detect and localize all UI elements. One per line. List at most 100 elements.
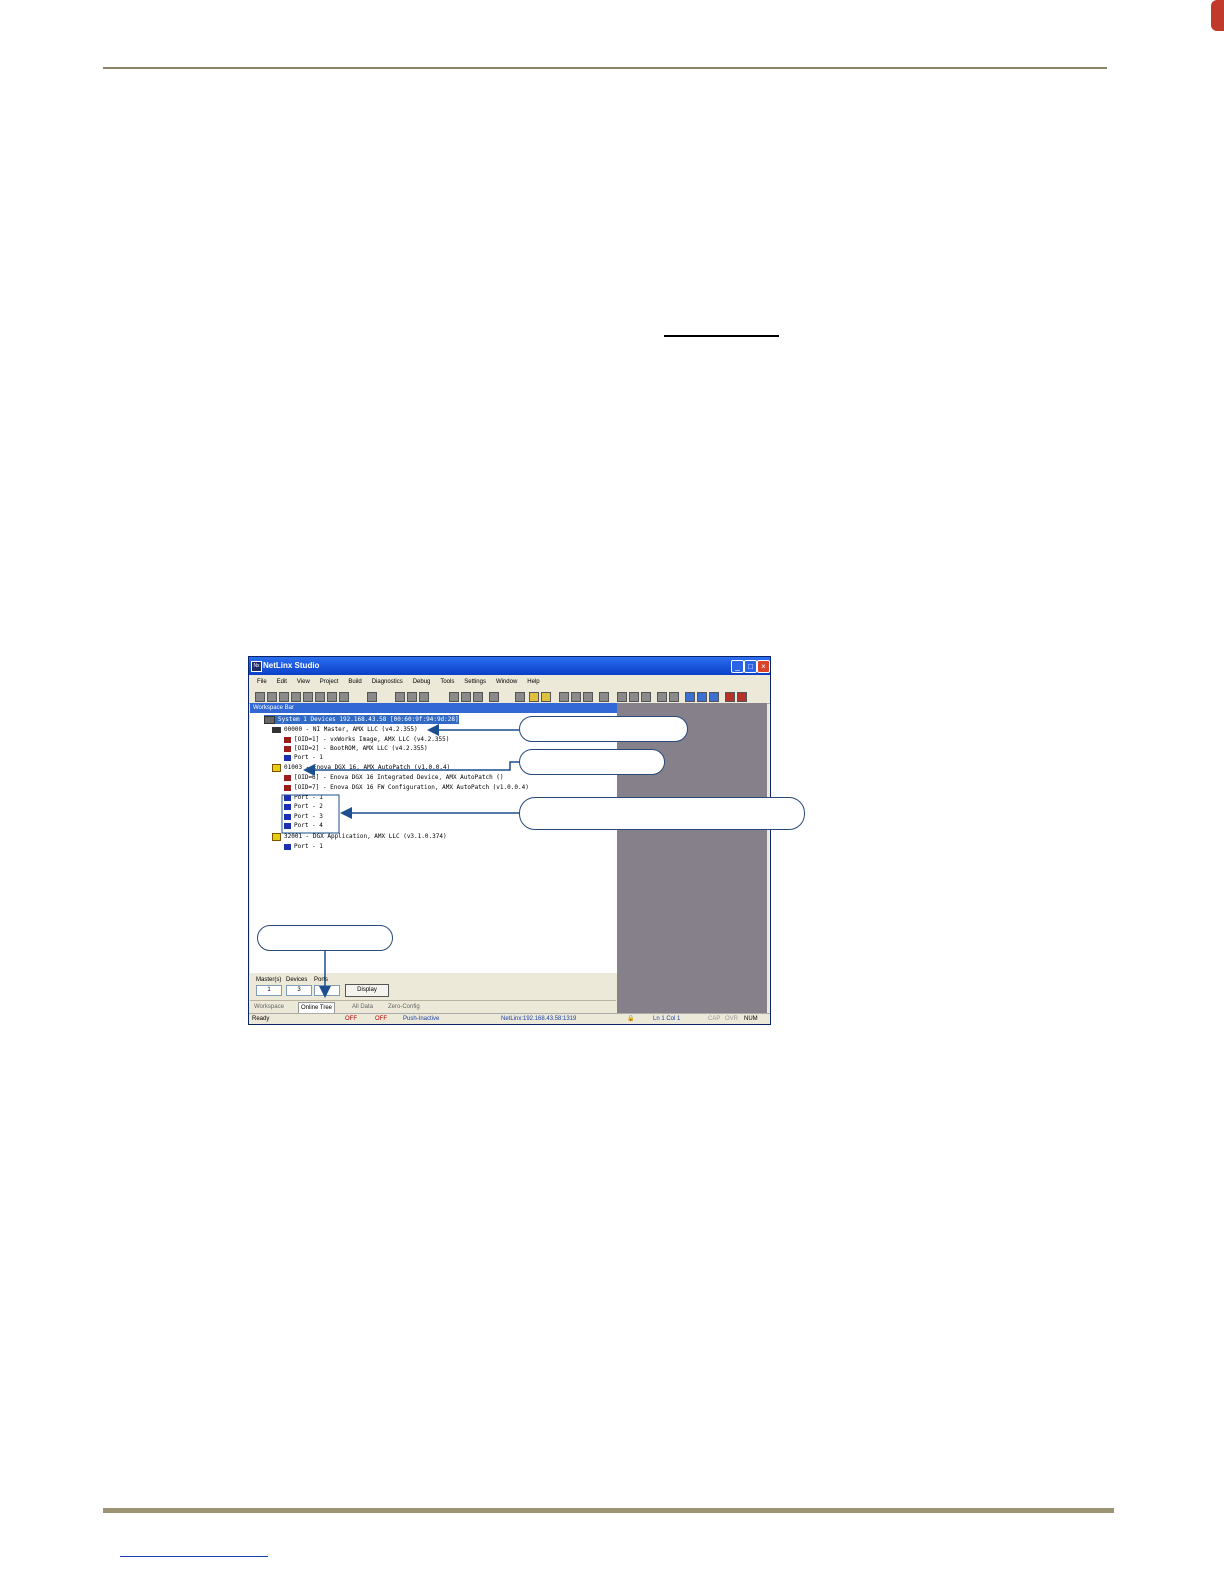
paste-icon[interactable] <box>641 692 651 702</box>
open-folder-icon[interactable] <box>541 692 551 702</box>
status-bar: Ready OFF OFF Push-Inactive NetLinx:192.… <box>249 1013 770 1024</box>
toolbar-icon[interactable] <box>267 692 277 702</box>
menu-project[interactable]: Project <box>320 676 339 688</box>
menu-help[interactable]: Help <box>527 676 539 688</box>
toolbar-icon[interactable] <box>339 692 349 702</box>
callout-bubble-online-tree <box>257 925 393 951</box>
ports-count: 6 <box>314 985 340 996</box>
menu-tools[interactable]: Tools <box>440 676 454 688</box>
new-file-icon[interactable] <box>515 692 525 702</box>
status-push: Push-Inactive <box>403 1016 440 1022</box>
toolbar-icon[interactable] <box>559 692 569 702</box>
tree-node[interactable]: Port - 1 <box>284 793 323 802</box>
toolbar-icon[interactable] <box>395 692 405 702</box>
menu-view[interactable]: View <box>297 676 310 688</box>
tree-node[interactable]: Port - 4 <box>284 821 323 830</box>
header-rule <box>103 67 1107 69</box>
toolbar-icon[interactable] <box>367 692 377 702</box>
tab-workspace[interactable]: Workspace <box>252 1002 286 1012</box>
tree-node[interactable]: [OID=1] - vxWorks Image, AMX LLC (v4.2.3… <box>284 735 449 744</box>
tree-node[interactable]: Port - 1 <box>284 753 323 762</box>
toolbar-icon[interactable] <box>255 692 265 702</box>
window-title: NetLinx Studio <box>263 661 320 670</box>
toolbar-icon[interactable] <box>449 692 459 702</box>
find-icon[interactable] <box>737 692 747 702</box>
tree-node[interactable]: 32001 - DGX Application, AMX LLC (v3.1.0… <box>272 832 447 841</box>
toolbar-icon[interactable] <box>489 692 499 702</box>
display-button[interactable]: Display <box>345 984 389 997</box>
status-netlinx: NetLinx:192.168.43.58:1319 <box>501 1016 577 1022</box>
workspace-tabs: Workspace Online Tree All Data Zero-Conf… <box>250 1000 616 1013</box>
tree-node[interactable]: [OID=2] - BootROM, AMX LLC (v4.2.355) <box>284 744 428 753</box>
callout-bubble-device <box>519 749 665 775</box>
port-icon <box>284 803 291 810</box>
window-layout-icon[interactable] <box>697 692 707 702</box>
devices-label: Devices <box>286 977 308 983</box>
find-icon[interactable] <box>725 692 735 702</box>
menu-diagnostics[interactable]: Diagnostics <box>372 676 403 688</box>
toolbar-icon[interactable] <box>407 692 417 702</box>
tree-node[interactable]: 01003 - Enova DGX 16, AMX AutoPatch (v1.… <box>272 763 450 772</box>
status-num: NUM <box>744 1016 758 1022</box>
tab-zero-config[interactable]: Zero-Config <box>386 1002 422 1012</box>
device-yellow-icon <box>272 832 281 841</box>
underline-link-mark <box>664 335 779 337</box>
maximize-icon[interactable]: □ <box>744 660 757 673</box>
print-icon[interactable] <box>599 692 609 702</box>
status-cap: CAP <box>708 1016 721 1022</box>
tree-node[interactable]: 00000 - NI Master, AMX LLC (v4.2.355) <box>272 725 418 734</box>
toolbar-icon[interactable] <box>583 692 593 702</box>
tree-node[interactable]: Port - 1 <box>284 842 323 851</box>
devices-count: 3 <box>286 985 312 996</box>
undo-icon[interactable] <box>657 692 667 702</box>
device-red-icon <box>284 745 291 752</box>
status-off-1: OFF <box>345 1016 357 1022</box>
counters-panel: Master(s) Devices Ports 1 3 6 Display <box>250 973 616 1001</box>
tree-node[interactable]: [OID=6] - Enova DGX 16 Integrated Device… <box>284 773 504 782</box>
system-icon <box>264 715 275 724</box>
toolbar-icon[interactable] <box>473 692 483 702</box>
toolbar-icon[interactable] <box>315 692 325 702</box>
page-edge-tab <box>1211 0 1224 31</box>
callout-bubble-master <box>519 716 688 742</box>
menu-file[interactable]: File <box>257 676 267 688</box>
device-yellow-icon <box>272 763 281 772</box>
menu-build[interactable]: Build <box>348 676 361 688</box>
open-folder-icon[interactable] <box>529 692 539 702</box>
footer-rule <box>103 1508 1114 1513</box>
window-layout-icon[interactable] <box>709 692 719 702</box>
toolbar-icon[interactable] <box>303 692 313 702</box>
tab-all-data[interactable]: All Data <box>350 1002 375 1012</box>
app-icon: Nx <box>251 661 262 672</box>
device-red-icon <box>284 784 291 791</box>
callout-bubble-ports <box>519 797 805 830</box>
menu-debug[interactable]: Debug <box>413 676 431 688</box>
toolbar-icon[interactable] <box>461 692 471 702</box>
tree-node[interactable]: System 1 Devices 192.168.43.58 [00:60:9f… <box>264 715 459 724</box>
minimize-icon[interactable]: _ <box>731 660 744 673</box>
footer-link-mark <box>120 1556 268 1557</box>
cut-icon[interactable] <box>617 692 627 702</box>
ports-label: Ports <box>314 977 329 983</box>
toolbar-icon[interactable] <box>327 692 337 702</box>
window-layout-icon[interactable] <box>685 692 695 702</box>
tab-online-tree[interactable]: Online Tree <box>298 1002 336 1013</box>
status-ln-col: Ln 1 Col 1 <box>653 1016 681 1022</box>
toolbar-icon[interactable] <box>279 692 289 702</box>
tree-node[interactable]: Port - 2 <box>284 802 323 811</box>
close-icon[interactable]: × <box>757 660 770 673</box>
menu-settings[interactable]: Settings <box>464 676 486 688</box>
device-red-icon <box>284 774 291 781</box>
menu-edit[interactable]: Edit <box>277 676 287 688</box>
redo-icon[interactable] <box>669 692 679 702</box>
device-red-icon <box>284 736 291 743</box>
menu-window[interactable]: Window <box>496 676 517 688</box>
tree-node[interactable]: Port - 3 <box>284 812 323 821</box>
port-icon <box>284 843 291 850</box>
workspace-bar-title: Workspace Bar <box>250 703 619 713</box>
save-icon[interactable] <box>571 692 581 702</box>
copy-icon[interactable] <box>629 692 639 702</box>
toolbar-icon[interactable] <box>419 692 429 702</box>
toolbar-icon[interactable] <box>291 692 301 702</box>
tree-node[interactable]: [OID=7] - Enova DGX 16 FW Configuration,… <box>284 783 529 792</box>
